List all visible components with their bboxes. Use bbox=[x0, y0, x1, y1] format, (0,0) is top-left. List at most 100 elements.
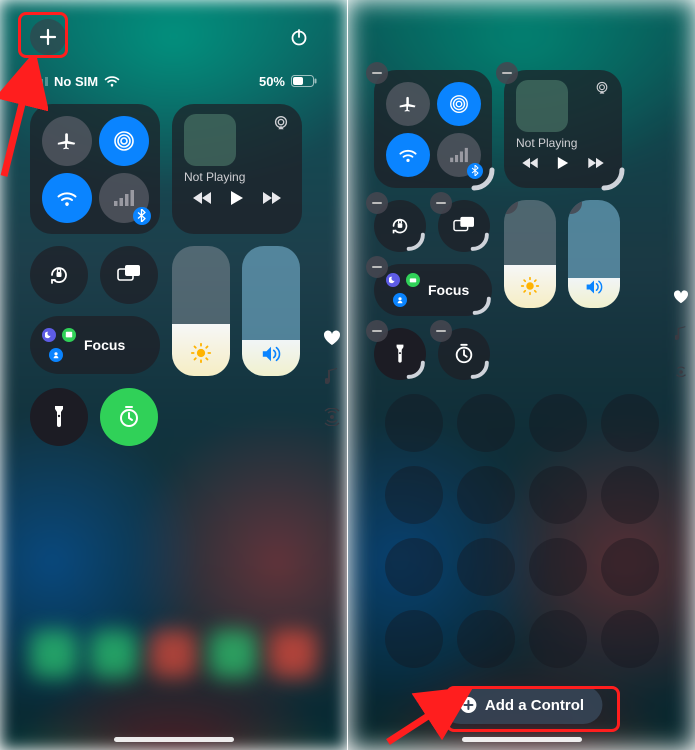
cellular-toggle[interactable] bbox=[437, 133, 481, 177]
side-icons bbox=[323, 330, 341, 426]
orientation-lock-icon bbox=[46, 262, 72, 288]
remove-badge[interactable] bbox=[366, 320, 388, 342]
bluetooth-badge bbox=[467, 163, 483, 179]
power-button[interactable] bbox=[281, 19, 317, 55]
empty-slot[interactable] bbox=[601, 538, 659, 596]
cellular-icon bbox=[449, 147, 469, 163]
carrier-label: No SIM bbox=[54, 74, 98, 89]
hotspot-icon bbox=[673, 364, 689, 380]
resize-handle[interactable] bbox=[404, 230, 432, 258]
connectivity-group-edit[interactable] bbox=[374, 70, 492, 188]
empty-slot[interactable] bbox=[385, 538, 443, 596]
empty-slot[interactable] bbox=[385, 394, 443, 452]
empty-slot[interactable] bbox=[601, 394, 659, 452]
remove-badge[interactable] bbox=[504, 200, 518, 214]
resize-handle[interactable] bbox=[468, 230, 496, 258]
airplay-icon[interactable] bbox=[594, 80, 610, 96]
remove-badge[interactable] bbox=[366, 62, 388, 84]
wifi-icon bbox=[397, 146, 419, 164]
orientation-lock-button[interactable] bbox=[374, 200, 426, 252]
empty-slot[interactable] bbox=[385, 466, 443, 524]
empty-slot[interactable] bbox=[601, 610, 659, 668]
airdrop-icon bbox=[448, 93, 470, 115]
remove-badge[interactable] bbox=[430, 192, 452, 214]
status-bar: No SIM 50% bbox=[30, 70, 317, 92]
empty-slot[interactable] bbox=[457, 610, 515, 668]
volume-icon bbox=[260, 344, 282, 364]
resize-handle[interactable] bbox=[468, 358, 496, 386]
volume-icon bbox=[584, 278, 604, 296]
timer-button[interactable] bbox=[438, 328, 490, 380]
focus-button[interactable]: Focus bbox=[374, 264, 492, 316]
airdrop-toggle[interactable] bbox=[99, 116, 149, 166]
home-indicator[interactable] bbox=[462, 737, 582, 742]
timer-icon bbox=[117, 405, 141, 429]
brightness-icon bbox=[190, 342, 212, 364]
airplay-icon[interactable] bbox=[272, 114, 290, 132]
bluetooth-icon bbox=[137, 209, 146, 222]
empty-slot[interactable] bbox=[529, 394, 587, 452]
flashlight-button[interactable] bbox=[374, 328, 426, 380]
add-a-control-button[interactable]: Add a Control bbox=[441, 686, 602, 724]
airplane-mode-toggle[interactable] bbox=[42, 116, 92, 166]
remove-badge[interactable] bbox=[366, 256, 388, 278]
rewind-icon[interactable] bbox=[521, 157, 539, 169]
empty-slot[interactable] bbox=[457, 394, 515, 452]
remove-badge[interactable] bbox=[366, 192, 388, 214]
focus-label: Focus bbox=[84, 337, 125, 353]
brightness-icon bbox=[520, 276, 540, 296]
volume-slider[interactable] bbox=[242, 246, 300, 376]
remove-badge[interactable] bbox=[496, 62, 518, 84]
empty-slot[interactable] bbox=[457, 538, 515, 596]
focus-button[interactable]: Focus bbox=[30, 316, 160, 374]
screen-mirroring-icon bbox=[116, 264, 142, 286]
empty-slot[interactable] bbox=[601, 466, 659, 524]
remove-badge[interactable] bbox=[568, 200, 582, 214]
screenshot-right: Not Playing bbox=[347, 0, 695, 750]
rewind-icon[interactable] bbox=[192, 191, 212, 205]
add-control-plus-button[interactable] bbox=[30, 19, 66, 55]
not-playing-label: Not Playing bbox=[184, 170, 290, 184]
empty-slot[interactable] bbox=[529, 466, 587, 524]
not-playing-label: Not Playing bbox=[516, 136, 610, 150]
battery-pct-label: 50% bbox=[259, 74, 285, 89]
forward-icon[interactable] bbox=[262, 191, 282, 205]
media-artwork bbox=[516, 80, 568, 132]
play-icon[interactable] bbox=[230, 190, 244, 206]
volume-slider[interactable] bbox=[568, 200, 620, 308]
bluetooth-badge bbox=[133, 207, 151, 225]
brightness-slider[interactable] bbox=[172, 246, 230, 376]
empty-slot[interactable] bbox=[529, 538, 587, 596]
cellular-toggle[interactable] bbox=[99, 173, 149, 223]
focus-modes-icon bbox=[42, 328, 76, 362]
screen-mirroring-button[interactable] bbox=[438, 200, 490, 252]
wifi-toggle[interactable] bbox=[386, 133, 430, 177]
empty-slot[interactable] bbox=[457, 466, 515, 524]
brightness-slider[interactable] bbox=[504, 200, 556, 308]
resize-handle[interactable] bbox=[404, 358, 432, 386]
hotspot-icon bbox=[323, 408, 341, 426]
airplane-mode-toggle[interactable] bbox=[386, 82, 430, 126]
wifi-icon bbox=[55, 188, 79, 208]
resize-handle[interactable] bbox=[470, 294, 498, 322]
airdrop-toggle[interactable] bbox=[437, 82, 481, 126]
heart-icon bbox=[323, 330, 341, 346]
focus-modes-icon bbox=[386, 273, 420, 307]
wifi-status-icon bbox=[104, 75, 120, 87]
airdrop-icon bbox=[112, 129, 136, 153]
resize-handle[interactable] bbox=[598, 164, 626, 192]
timer-button[interactable] bbox=[100, 388, 158, 446]
wifi-toggle[interactable] bbox=[42, 173, 92, 223]
screen-mirroring-button[interactable] bbox=[100, 246, 158, 304]
empty-slot[interactable] bbox=[529, 610, 587, 668]
now-playing-group-edit[interactable]: Not Playing bbox=[504, 70, 622, 188]
orientation-lock-button[interactable] bbox=[30, 246, 88, 304]
connectivity-group[interactable] bbox=[30, 104, 160, 234]
empty-slot[interactable] bbox=[385, 610, 443, 668]
home-indicator[interactable] bbox=[114, 737, 234, 742]
play-icon[interactable] bbox=[557, 156, 569, 170]
remove-badge[interactable] bbox=[430, 320, 452, 342]
now-playing-group[interactable]: Not Playing bbox=[172, 104, 302, 234]
heart-icon bbox=[673, 290, 689, 304]
flashlight-button[interactable] bbox=[30, 388, 88, 446]
